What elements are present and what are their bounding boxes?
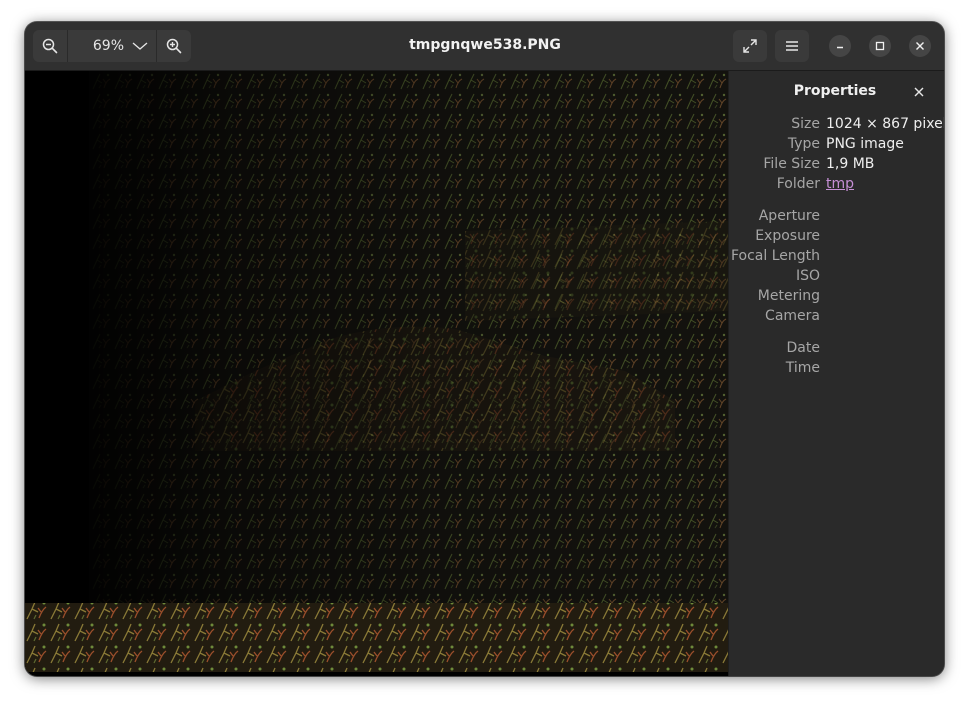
property-aperture: Aperture <box>729 206 944 226</box>
chevron-down-icon <box>132 42 148 50</box>
property-label: Exposure <box>755 228 820 244</box>
property-value: 1,9 MB <box>826 156 875 172</box>
property-size: Size 1024 × 867 pixels <box>729 114 944 134</box>
zoom-controls: 69% <box>33 30 191 62</box>
property-iso: ISO <box>729 266 944 286</box>
zoom-level-value: 69% <box>92 38 124 54</box>
property-type: Type PNG image <box>729 134 944 154</box>
close-window-button[interactable] <box>909 35 931 57</box>
property-camera: Camera <box>729 306 944 326</box>
property-file-size: File Size 1,9 MB <box>729 154 944 174</box>
zoom-out-button[interactable] <box>33 30 67 62</box>
maximize-icon <box>875 41 885 51</box>
property-focal-length: Focal Length <box>729 246 944 266</box>
property-label: Date <box>786 340 820 356</box>
property-label: Size <box>791 116 820 132</box>
image-canvas[interactable] <box>25 71 728 676</box>
property-value: 1024 × 867 pixels <box>826 116 944 132</box>
zoom-level-dropdown[interactable]: 69% <box>68 30 156 62</box>
close-icon <box>916 42 924 50</box>
maximize-button[interactable] <box>869 35 891 57</box>
property-time: Time <box>729 358 944 378</box>
hamburger-menu-icon <box>786 41 798 51</box>
zoom-out-icon <box>42 38 58 54</box>
fullscreen-icon <box>743 39 757 53</box>
close-properties-button[interactable] <box>910 83 928 101</box>
property-metering: Metering <box>729 286 944 306</box>
zoom-in-icon <box>166 38 182 54</box>
minimize-icon <box>837 46 843 49</box>
property-label: Folder <box>776 176 820 192</box>
property-label: Metering <box>757 288 820 304</box>
property-label: Camera <box>765 308 820 324</box>
header-bar: 69% tmpgnqwe538.PNG <box>25 22 944 71</box>
property-label: Type <box>787 136 820 152</box>
property-exposure: Exposure <box>729 226 944 246</box>
property-folder: Folder tmp <box>729 174 944 194</box>
displayed-image <box>25 71 728 672</box>
main-menu-button[interactable] <box>775 30 809 62</box>
folder-link[interactable]: tmp <box>826 174 854 194</box>
properties-panel: Properties Size 1024 × 867 pixels Type P… <box>728 71 944 676</box>
property-date: Date <box>729 338 944 358</box>
property-label: File Size <box>763 156 820 172</box>
close-icon <box>914 87 924 97</box>
zoom-in-button[interactable] <box>157 30 191 62</box>
fullscreen-button[interactable] <box>733 30 767 62</box>
property-label: Focal Length <box>730 248 820 264</box>
minimize-button[interactable] <box>829 35 851 57</box>
property-value: PNG image <box>826 136 904 152</box>
window-title: tmpgnqwe538.PNG <box>409 37 561 53</box>
property-label: ISO <box>795 268 820 284</box>
property-label: Time <box>785 360 820 376</box>
image-viewer-window: 69% tmpgnqwe538.PNG Properties Size 1024… <box>25 22 944 676</box>
property-label: Aperture <box>758 208 820 224</box>
